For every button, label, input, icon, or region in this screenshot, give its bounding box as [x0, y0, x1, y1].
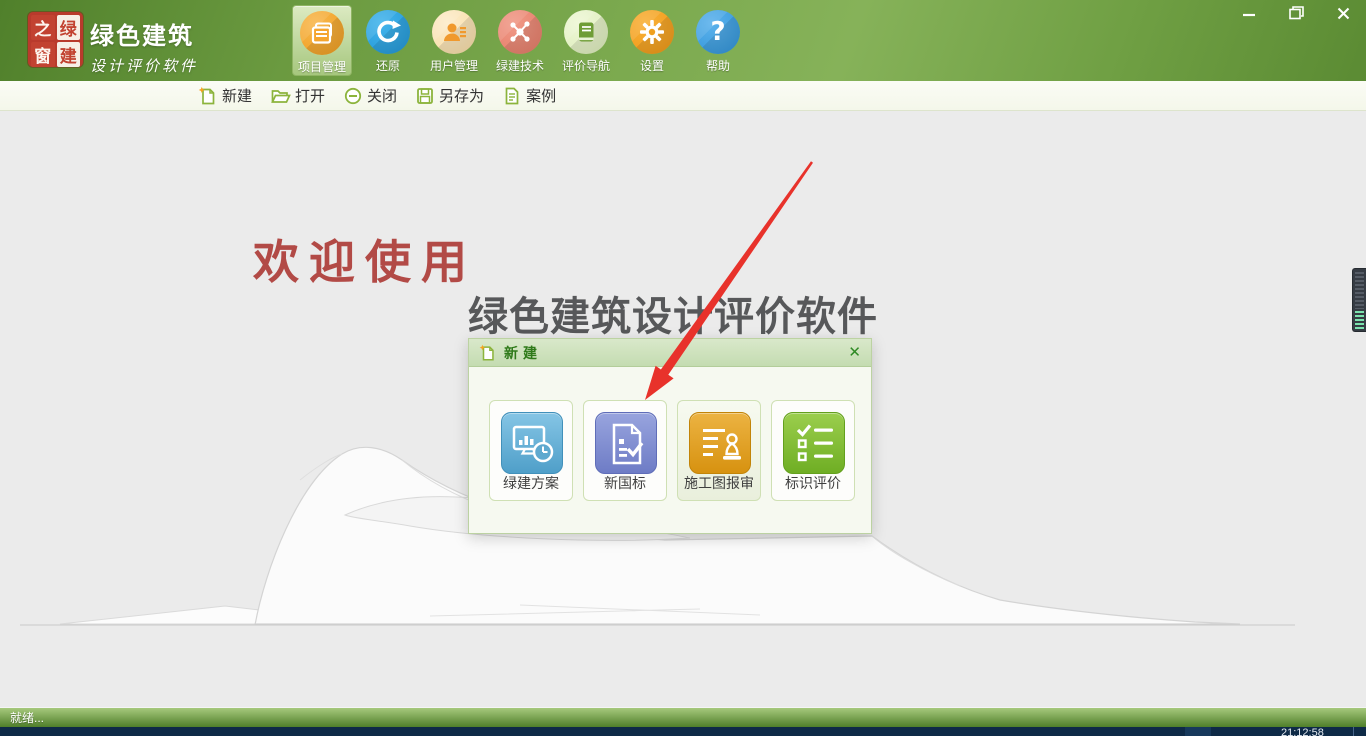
chart-monitor-clock-icon: [501, 412, 563, 474]
restore-view-icon: [366, 10, 410, 54]
title-bar: 之 绿 窗 建 绿色建筑 设计评价软件 项目管理: [0, 0, 1366, 81]
status-bar: 就绪...: [0, 707, 1366, 727]
app-title: 绿色建筑: [90, 16, 198, 51]
toolbar-item-label: 新建: [222, 85, 252, 106]
toolbar-item-save-as[interactable]: 另存为: [415, 85, 484, 106]
card-green-building-plan[interactable]: 绿建方案: [489, 400, 573, 501]
ribbon-item-help[interactable]: ? 帮助: [688, 5, 748, 76]
card-construction-drawing-review[interactable]: 施工图报审: [677, 400, 761, 501]
seal-char: 建: [57, 42, 81, 67]
card-label: 标识评价: [772, 473, 854, 493]
card-label: 绿建方案: [490, 473, 572, 493]
minimize-icon[interactable]: [1240, 5, 1258, 21]
taskbar-clock: 21:12:58: [1281, 727, 1324, 736]
toolbar-item-new[interactable]: 新建: [198, 85, 252, 106]
os-taskbar[interactable]: 21:12:58: [0, 727, 1366, 736]
card-new-national-standard[interactable]: 新国标: [583, 400, 667, 501]
docked-side-widget[interactable]: [1352, 268, 1366, 332]
toolbar-item-label: 另存为: [439, 85, 484, 106]
ribbon-item-settings[interactable]: 设置: [622, 5, 682, 76]
ribbon-item-label: 还原: [376, 57, 400, 74]
welcome-subheadline: 绿色建筑设计评价软件: [468, 284, 878, 342]
close-icon[interactable]: [1334, 5, 1352, 21]
welcome-headline: 欢迎使用: [253, 226, 477, 292]
help-icon: ?: [696, 10, 740, 54]
card-label: 新国标: [584, 473, 666, 493]
dialog-title: 新建: [504, 343, 542, 363]
ribbon-item-project-management[interactable]: 项目管理: [292, 5, 352, 76]
widget-stripes-green: [1355, 311, 1364, 329]
card-label: 施工图报审: [678, 473, 760, 493]
toolbar-item-case[interactable]: 案例: [502, 85, 556, 106]
toolbar-item-open[interactable]: 打开: [270, 85, 325, 106]
ribbon-item-evaluation-nav[interactable]: 评价导航: [556, 5, 616, 76]
ribbon-item-label: 绿建技术: [496, 57, 544, 74]
evaluation-nav-icon: [564, 10, 608, 54]
toolbar-item-label: 关闭: [367, 85, 397, 106]
file-toolbar: 新建 打开 关闭 另存为: [0, 81, 1366, 111]
ribbon-item-label: 用户管理: [430, 57, 478, 74]
save-as-icon: [415, 86, 435, 106]
app-subtitle: 设计评价软件: [90, 55, 198, 76]
app-logo-seal: 之 绿 窗 建: [28, 12, 83, 67]
ribbon-item-green-tech[interactable]: 绿建技术: [490, 5, 550, 76]
dialog-close-icon[interactable]: ✕: [848, 345, 861, 360]
new-project-dialog: 新建 ✕: [468, 338, 872, 534]
restore-window-icon[interactable]: [1287, 5, 1305, 21]
seal-char: 窗: [31, 42, 55, 67]
project-management-icon: [300, 11, 344, 55]
ribbon-item-restore[interactable]: 还原: [358, 5, 418, 76]
application-window: 之 绿 窗 建 绿色建筑 设计评价软件 项目管理: [0, 0, 1366, 736]
new-document-icon: [479, 344, 497, 362]
ribbon-item-user-management[interactable]: 用户管理: [424, 5, 484, 76]
settings-gear-icon: [630, 10, 674, 54]
card-label-evaluation[interactable]: 标识评价: [771, 400, 855, 501]
drawing-review-stamp-icon: [689, 412, 751, 474]
close-circle-icon: [343, 86, 363, 106]
toolbar-item-close[interactable]: 关闭: [343, 85, 397, 106]
seal-char: 绿: [57, 15, 81, 40]
main-workspace: 欢迎使用 绿色建筑设计评价软件 新建 ✕: [0, 111, 1366, 707]
new-document-icon: [198, 86, 218, 106]
checklist-icon: [783, 412, 845, 474]
document-check-icon: [595, 412, 657, 474]
ribbon-item-label: 项目管理: [298, 58, 346, 75]
seal-char: 之: [31, 15, 55, 40]
question-mark-glyph: ?: [710, 17, 725, 47]
window-controls: [1240, 5, 1352, 21]
widget-stripes-dark: [1355, 272, 1364, 309]
toolbar-item-label: 案例: [526, 85, 556, 106]
status-text: 就绪...: [10, 709, 44, 726]
ribbon-item-label: 帮助: [706, 57, 730, 74]
case-document-icon: [502, 86, 522, 106]
ribbon-toolbar: 项目管理 还原: [292, 5, 748, 76]
taskbar-button[interactable]: [1185, 727, 1211, 736]
ribbon-item-label: 设置: [640, 57, 664, 74]
ribbon-item-label: 评价导航: [562, 57, 610, 74]
user-management-icon: [432, 10, 476, 54]
brand-block: 绿色建筑 设计评价软件: [90, 16, 198, 76]
dialog-header[interactable]: 新建 ✕: [469, 339, 871, 367]
open-folder-icon: [270, 86, 291, 106]
show-desktop-separator[interactable]: [1353, 727, 1354, 736]
green-tech-icon: [498, 10, 542, 54]
toolbar-item-label: 打开: [295, 85, 325, 106]
